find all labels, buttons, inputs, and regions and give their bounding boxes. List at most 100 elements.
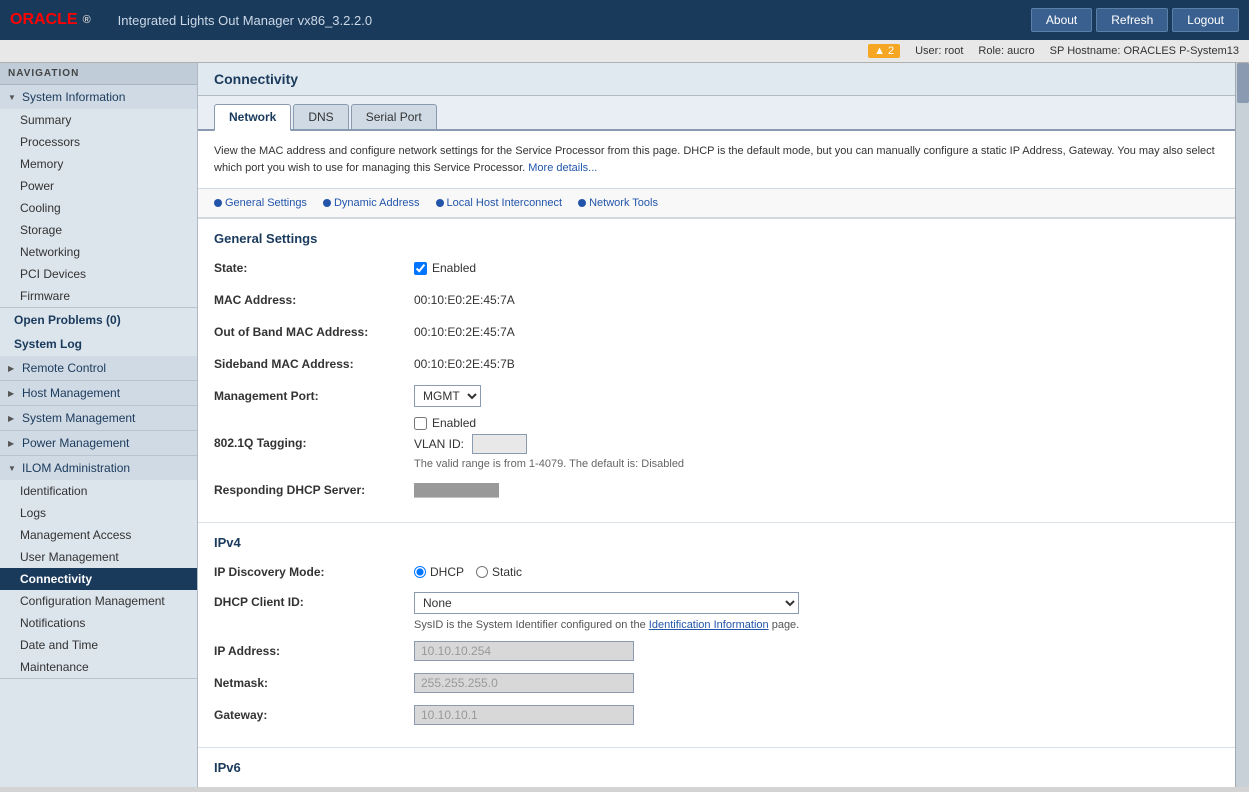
sidebar-item-storage[interactable]: Storage [0, 219, 197, 241]
dhcp-client-label: DHCP Client ID: [214, 592, 414, 609]
dhcp-server-value: ██████████ [414, 483, 499, 497]
sidebar-item-identification[interactable]: Identification [0, 480, 197, 502]
dhcp-hint: SysID is the System Identifier configure… [414, 619, 799, 631]
ipv6-title: IPv6 [214, 760, 1219, 775]
vlan-row: Enabled VLAN ID: The valid range is from… [414, 416, 684, 470]
ilom-admin-header[interactable]: ▼ ILOM Administration [0, 456, 197, 480]
main-content: Connectivity Network DNS Serial Port Vie… [198, 63, 1235, 787]
ip-address-input[interactable] [414, 641, 634, 661]
ipv6-section: IPv6 State: Enabled Autoconfig: Stateles… [198, 748, 1235, 787]
ip-discovery-field-row: IP Discovery Mode: DHCP Static [214, 560, 1219, 584]
system-management-header[interactable]: ▶ System Management [0, 406, 197, 430]
content-area: Network DNS Serial Port View the MAC add… [198, 96, 1235, 787]
system-information-header[interactable]: ▼ System Information [0, 85, 197, 109]
sidebar-item-networking[interactable]: Networking [0, 241, 197, 263]
sidebar-item-system-log[interactable]: System Log [0, 332, 197, 356]
sideband-mac-field-row: Sideband MAC Address: 00:10:E0:2E:45:7B [214, 352, 1219, 376]
state-checkbox[interactable] [414, 262, 427, 275]
sidebar-item-maintenance[interactable]: Maintenance [0, 656, 197, 678]
dhcp-radio-option: DHCP [414, 565, 464, 579]
sidebar-item-date-time[interactable]: Date and Time [0, 634, 197, 656]
user-info: User: root [915, 45, 963, 57]
mgmt-port-label: Management Port: [214, 389, 414, 403]
logout-button[interactable]: Logout [1172, 8, 1239, 32]
static-radio[interactable] [476, 566, 488, 578]
app-title: Integrated Lights Out Manager vx86_3.2.2… [118, 13, 1031, 28]
remote-control-header[interactable]: ▶ Remote Control [0, 356, 197, 380]
host-management-header[interactable]: ▶ Host Management [0, 381, 197, 405]
sidebar-item-memory[interactable]: Memory [0, 153, 197, 175]
hostname-info: SP Hostname: ORACLES P-System13 [1050, 45, 1239, 57]
system-management-group: ▶ System Management [0, 406, 197, 431]
sidebar-item-power[interactable]: Power [0, 175, 197, 197]
sidebar-item-cooling[interactable]: Cooling [0, 197, 197, 219]
scrollbar-thumb[interactable] [1237, 63, 1249, 103]
expand-icon-rc: ▶ [8, 364, 18, 373]
tab-network[interactable]: Network [214, 104, 291, 131]
vlan-id-label: VLAN ID: [414, 437, 464, 451]
dhcp-hint-end: page. [772, 619, 800, 631]
vlan-hint: The valid range is from 1-4079. The defa… [414, 458, 684, 470]
mac-field-row: MAC Address: 00:10:E0:2E:45:7A [214, 288, 1219, 312]
mgmt-port-value: MGMT [414, 385, 481, 407]
dhcp-client-select[interactable]: None [414, 592, 799, 614]
sidebar-item-logs[interactable]: Logs [0, 502, 197, 524]
dhcp-radio[interactable] [414, 566, 426, 578]
link-network-tools[interactable]: Network Tools [578, 197, 658, 209]
state-value: Enabled [414, 261, 476, 275]
mgmt-port-select[interactable]: MGMT [414, 385, 481, 407]
sidebar-item-notifications[interactable]: Notifications [0, 612, 197, 634]
sidebar-item-user-management[interactable]: User Management [0, 546, 197, 568]
sidebar-item-configuration-management[interactable]: Configuration Management [0, 590, 197, 612]
sidebar-item-open-problems[interactable]: Open Problems (0) [0, 308, 197, 332]
tagging-text: Enabled [432, 416, 476, 430]
page-title: Connectivity [198, 63, 1235, 96]
tab-serial-port[interactable]: Serial Port [351, 104, 437, 129]
system-management-label: System Management [22, 411, 135, 425]
sidebar-item-management-access[interactable]: Management Access [0, 524, 197, 546]
link-local-host-interconnect[interactable]: Local Host Interconnect [436, 197, 563, 209]
vlan-id-input[interactable] [472, 434, 527, 454]
sidebar-item-summary[interactable]: Summary [0, 109, 197, 131]
role-info: Role: aucro [978, 45, 1034, 57]
header-buttons: About Refresh Logout [1031, 8, 1239, 32]
sidebar-item-firmware[interactable]: Firmware [0, 285, 197, 307]
warning-count: 2 [888, 45, 894, 57]
netmask-field-row: Netmask: [214, 671, 1219, 695]
system-information-label: System Information [22, 90, 125, 104]
expand-icon-sm: ▶ [8, 414, 18, 423]
about-button[interactable]: About [1031, 8, 1092, 32]
sidebar-item-connectivity[interactable]: Connectivity [0, 568, 197, 590]
identification-info-link[interactable]: Identification Information [649, 619, 769, 631]
sidebar: NAVIGATION ▼ System Information Summary … [0, 63, 198, 787]
refresh-button[interactable]: Refresh [1096, 8, 1168, 32]
main-layout: NAVIGATION ▼ System Information Summary … [0, 63, 1249, 787]
description-content: View the MAC address and configure netwo… [214, 145, 1215, 174]
gateway-label: Gateway: [214, 708, 414, 722]
oracle-logo: ORACLE ® [10, 11, 103, 29]
tab-dns[interactable]: DNS [293, 104, 348, 129]
sidebar-item-processors[interactable]: Processors [0, 131, 197, 153]
link-general-settings-label: General Settings [225, 197, 307, 209]
host-management-group: ▶ Host Management [0, 381, 197, 406]
power-management-group: ▶ Power Management [0, 431, 197, 456]
scrollbar[interactable] [1235, 63, 1249, 787]
remote-control-label: Remote Control [22, 361, 106, 375]
gateway-field-row: Gateway: [214, 703, 1219, 727]
mac-value: 00:10:E0:2E:45:7A [414, 293, 515, 307]
link-dot-4 [578, 199, 586, 207]
oob-mac-field-row: Out of Band MAC Address: 00:10:E0:2E:45:… [214, 320, 1219, 344]
nav-label: NAVIGATION [0, 63, 197, 85]
more-details-link[interactable]: More details... [528, 162, 597, 174]
gateway-input[interactable] [414, 705, 634, 725]
netmask-input[interactable] [414, 673, 634, 693]
quick-links: General Settings Dynamic Address Local H… [198, 189, 1235, 218]
power-management-header[interactable]: ▶ Power Management [0, 431, 197, 455]
link-general-settings[interactable]: General Settings [214, 197, 307, 209]
link-dynamic-address-label: Dynamic Address [334, 197, 420, 209]
ipv6-state-field-row: State: Enabled [214, 785, 1219, 787]
link-dynamic-address[interactable]: Dynamic Address [323, 197, 420, 209]
power-management-label: Power Management [22, 436, 129, 450]
tagging-checkbox[interactable] [414, 417, 427, 430]
sidebar-item-pci-devices[interactable]: PCI Devices [0, 263, 197, 285]
